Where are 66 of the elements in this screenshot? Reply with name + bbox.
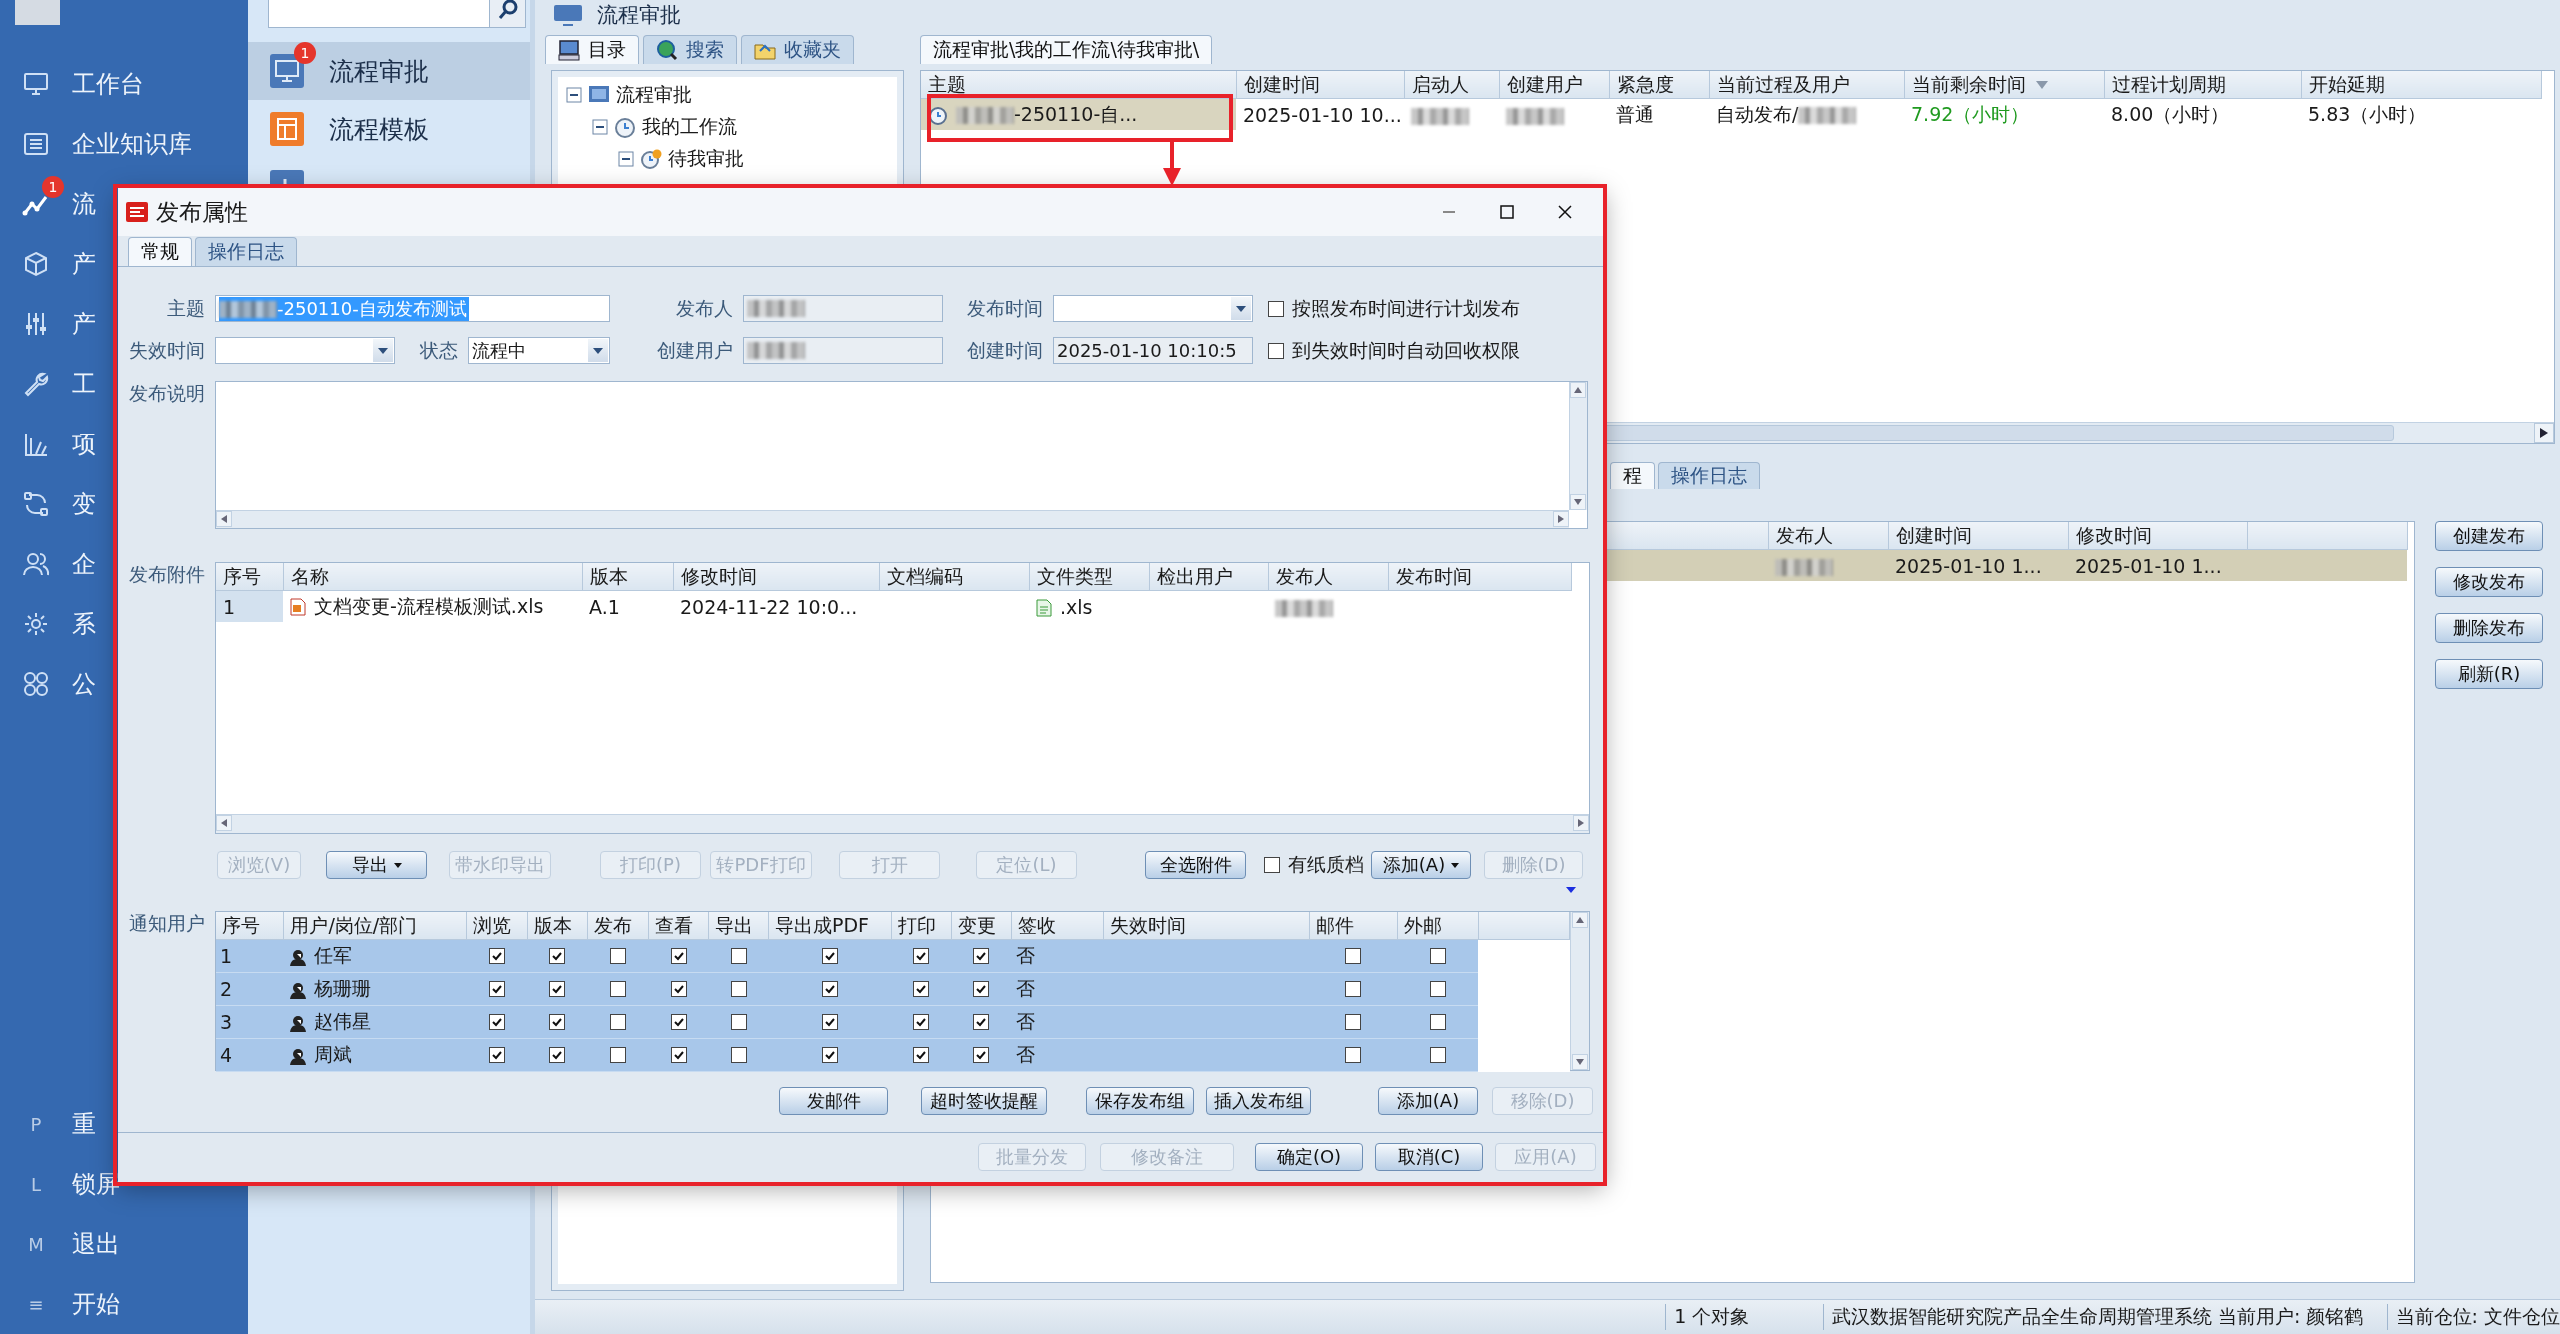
table-cell: A.1 [582, 590, 673, 622]
table-cell: 2025-01-10 10... [1236, 98, 1404, 130]
status-text: 1 个对象 [1674, 1304, 1750, 1329]
table-cell: 2025-01-10 1... [1888, 549, 2068, 581]
table-cell: 否 [1011, 1005, 1104, 1039]
table-cell: 否 [1011, 939, 1104, 973]
notification-badge: 1 [294, 42, 316, 64]
sidebar-label: 工作台 [72, 69, 144, 100]
table-cell: 否 [1011, 972, 1104, 1006]
checkbox-label: 有纸质档 [1288, 852, 1364, 877]
notification-badge: 1 [42, 176, 64, 198]
table-cell: 5.83（小时） [2301, 98, 2541, 130]
table-cell: 3 [216, 1005, 284, 1039]
sidebar-label: 退出 [72, 1229, 120, 1260]
sidebar-label: 产 [72, 249, 96, 280]
field-label: 创建用户 [656, 337, 734, 363]
checkbox-label: 按照发布时间进行计划发布 [1292, 295, 1520, 321]
table-cell: 赵伟星 [313, 1010, 371, 1032]
table-cell: 7.92（小时） [1911, 102, 2030, 125]
sidebar-label: 开始 [72, 1289, 120, 1320]
sidebar-label: 企 [72, 549, 96, 580]
window-title: 发布属性 [156, 197, 248, 227]
field-label: 发布人 [675, 295, 734, 321]
table-cell: 1 [216, 590, 283, 622]
checkbox-label: 到失效时间时自动回收权限 [1292, 337, 1520, 363]
field-label: 失效时间 [128, 337, 206, 363]
shortcut-key: P [22, 1113, 50, 1135]
table-cell: 8.00（小时） [2104, 98, 2301, 130]
table-cell: 文档变更-流程模板测试.xls [314, 594, 544, 617]
field-label: 通知用户 [128, 911, 206, 936]
sidebar-label: 系 [72, 609, 96, 640]
table-cell: 4 [216, 1038, 284, 1072]
status-text: 当前仓位: 文件仓位 [2395, 1304, 2560, 1329]
field-label: 状态 [419, 337, 459, 363]
panel-title: 流程审批 [597, 2, 681, 29]
sidebar-label: 项 [72, 429, 96, 460]
table-cell: 周斌 [313, 1043, 352, 1065]
table-cell: 杨珊珊 [313, 977, 371, 999]
nav-label: 流程审批 [329, 55, 429, 88]
field-label: 创建时间 [966, 337, 1044, 363]
shortcut-key: M [22, 1233, 50, 1255]
shortcut-key: ≡ [22, 1293, 50, 1315]
field-label: 发布时间 [966, 295, 1044, 321]
table-cell: 2 [216, 972, 284, 1006]
table-cell: .xls [1060, 595, 1093, 618]
field-label: 发布附件 [128, 562, 206, 587]
sidebar-label: 公 [72, 669, 96, 700]
field-label: 发布说明 [128, 381, 206, 406]
table-cell: 任军 [313, 944, 352, 966]
shortcut-key: L [22, 1173, 50, 1195]
sidebar-label: 变 [72, 489, 96, 520]
field-label: 主题 [166, 295, 206, 321]
table-cell: 普通 [1609, 98, 1709, 130]
table-cell: 2024-11-22 10:0... [673, 590, 879, 622]
sidebar-label: 企业知识库 [72, 129, 192, 160]
table-cell: 否 [1011, 1038, 1104, 1072]
table-cell: 自动发布/ [1716, 102, 1799, 125]
sidebar-label: 流 [72, 189, 96, 220]
status-text: 武汉数据智能研究院产品全生命周期管理系统 当前用户: 颜铭鹤 [1831, 1304, 2364, 1329]
nav-label: 流程模板 [329, 113, 429, 146]
sidebar-label: 工 [72, 369, 96, 400]
table-cell: 1 [216, 939, 284, 973]
sidebar-label: 重 [72, 1109, 96, 1140]
table-cell: -250110-自... [1014, 102, 1138, 125]
table-cell: 2025-01-10 1... [2068, 549, 2247, 581]
sidebar-label: 产 [72, 309, 96, 340]
